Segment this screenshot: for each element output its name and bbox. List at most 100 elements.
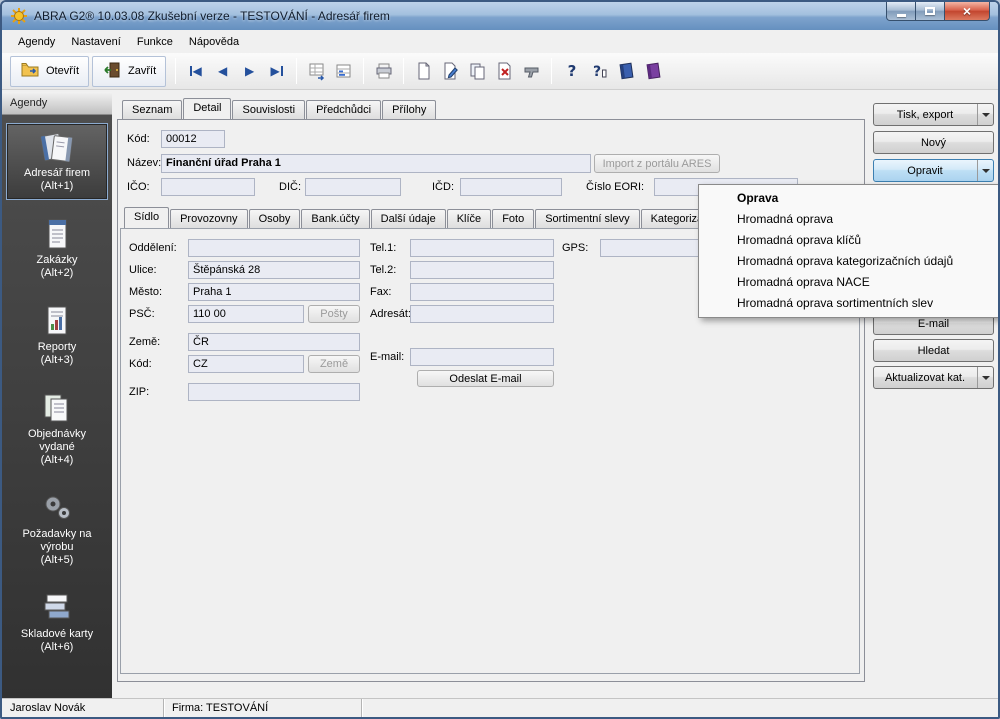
zeme-kod-field[interactable]: CZ xyxy=(188,355,304,373)
last-record-button[interactable]: ▶ xyxy=(263,58,290,85)
menu-item-oprava[interactable]: Oprava xyxy=(699,188,998,209)
nazev-field[interactable]: Finanční úřad Praha 1 xyxy=(161,154,591,173)
previous-record-button[interactable]: ◀ xyxy=(209,58,236,85)
statusbar-user: Jaroslav Novák xyxy=(2,699,164,717)
mesto-field[interactable]: Praha 1 xyxy=(188,283,360,301)
hledat-label: Hledat xyxy=(917,344,950,357)
menu-agendy[interactable]: Agendy xyxy=(10,32,63,52)
sidebar-item-label: Požadavky na výrobu xyxy=(22,528,92,553)
tab-predchudci[interactable]: Předchůdci xyxy=(306,100,382,119)
dic-field[interactable] xyxy=(305,178,401,196)
zip-field[interactable] xyxy=(188,383,360,401)
adresat-field[interactable] xyxy=(410,305,554,323)
aktualizovat-kat-button[interactable]: Aktualizovat kat. xyxy=(873,366,994,389)
oddeleni-field[interactable] xyxy=(188,239,360,257)
menu-nastaveni[interactable]: Nastavení xyxy=(63,32,129,52)
zeme-button[interactable]: Země xyxy=(308,355,360,373)
eori-label: Číslo EORI: xyxy=(586,181,645,193)
menu-funkce[interactable]: Funkce xyxy=(129,32,181,52)
opravit-dropdown[interactable] xyxy=(977,160,993,181)
help-button[interactable]: ? xyxy=(558,58,585,85)
copy-record-button[interactable] xyxy=(464,58,491,85)
storno-button[interactable] xyxy=(518,58,545,85)
sidebar-item-shortcut: (Alt+1) xyxy=(40,180,74,192)
minimize-button[interactable] xyxy=(886,2,916,21)
aktualizovat-dropdown[interactable] xyxy=(977,367,993,388)
icd-field[interactable] xyxy=(460,178,562,196)
kod-field[interactable]: 00012 xyxy=(161,130,225,148)
context-help-button[interactable]: ? xyxy=(585,58,612,85)
zeme-field[interactable]: ČR xyxy=(188,333,360,351)
subtab-sidlo[interactable]: Sídlo xyxy=(124,207,170,228)
manual-button[interactable] xyxy=(612,58,639,85)
menu-item-hromadna-oprava-nace[interactable]: Hromadná oprava NACE xyxy=(699,272,998,293)
grid-refresh-icon xyxy=(336,64,351,78)
tel2-field[interactable] xyxy=(410,261,554,279)
icd-label: IČD: xyxy=(432,181,454,193)
tab-souvislosti[interactable]: Souvislosti xyxy=(232,100,306,119)
statusbar-spacer xyxy=(362,699,998,717)
hledat-button[interactable]: Hledat xyxy=(873,339,994,362)
production-gears-icon xyxy=(37,490,77,526)
maximize-button[interactable] xyxy=(916,2,945,21)
menu-item-hromadna-oprava-klicu[interactable]: Hromadná oprava klíčů xyxy=(699,230,998,251)
next-record-button[interactable]: ▶ xyxy=(236,58,263,85)
sidebar-item-label: Reporty xyxy=(37,341,77,353)
sidebar-item-pozadavky-na-vyrobu[interactable]: Požadavky na výrobu (Alt+5) xyxy=(6,484,108,574)
sidebar-item-reporty[interactable]: Reporty (Alt+3) xyxy=(6,297,108,374)
email-field[interactable] xyxy=(410,348,554,366)
edit-record-button[interactable] xyxy=(437,58,464,85)
subtab-osoby[interactable]: Osoby xyxy=(248,209,301,228)
tisk-export-button[interactable]: Tisk, export xyxy=(873,103,994,126)
goto-grid-button[interactable] xyxy=(303,58,330,85)
tab-prilohy[interactable]: Přílohy xyxy=(382,100,437,119)
agenda-sidebar: Agendy Adresář firem (Alt+1) Zakázky (Al… xyxy=(2,92,112,698)
mesto-label: Město: xyxy=(129,286,163,298)
new-record-button[interactable] xyxy=(410,58,437,85)
tab-detail[interactable]: Detail xyxy=(183,98,232,119)
subtab-klice[interactable]: Klíče xyxy=(446,209,492,228)
import-ares-button[interactable]: Import z portálu ARES xyxy=(594,154,720,173)
close-button[interactable]: Zavřít xyxy=(92,55,167,87)
print-button[interactable] xyxy=(370,58,397,85)
subtab-dalsi-udaje[interactable]: Další údaje xyxy=(370,209,446,228)
ico-field[interactable] xyxy=(161,178,255,196)
ulice-field[interactable]: Štěpánská 28 xyxy=(188,261,360,279)
aktualizovat-kat-label: Aktualizovat kat. xyxy=(884,371,966,384)
fax-field[interactable] xyxy=(410,283,554,301)
orders-documents-icon xyxy=(37,390,77,426)
subtab-sortimentni-slevy[interactable]: Sortimentní slevy xyxy=(535,209,640,228)
close-window-button[interactable]: × xyxy=(945,2,990,21)
documentation-button[interactable] xyxy=(639,58,666,85)
sidebar-item-adresar-firem[interactable]: Adresář firem (Alt+1) xyxy=(6,123,108,200)
menu-napoveda[interactable]: Nápověda xyxy=(181,32,247,52)
subtab-bank-ucty[interactable]: Bank.účty xyxy=(301,209,370,228)
subtab-provozovny[interactable]: Provozovny xyxy=(170,209,248,228)
maximize-icon xyxy=(925,7,935,15)
menu-item-hromadna-oprava-kategorizacnich-udaju[interactable]: Hromadná oprava kategorizačních údajů xyxy=(699,251,998,272)
tisk-export-dropdown[interactable] xyxy=(977,104,993,125)
svg-text:?: ? xyxy=(567,62,576,80)
refresh-grid-button[interactable] xyxy=(330,58,357,85)
psc-field[interactable]: 110 00 xyxy=(188,305,304,323)
tel1-field[interactable] xyxy=(410,239,554,257)
abra-logo-icon xyxy=(10,7,28,25)
subtab-foto[interactable]: Foto xyxy=(492,209,535,228)
toolbar-separator xyxy=(363,58,365,84)
sidebar-item-zakazky[interactable]: Zakázky (Alt+2) xyxy=(6,210,108,287)
delete-record-button[interactable] xyxy=(491,58,518,85)
tab-seznam[interactable]: Seznam xyxy=(122,100,183,119)
menu-item-hromadna-oprava[interactable]: Hromadná oprava xyxy=(699,209,998,230)
first-record-button[interactable]: ◀ xyxy=(182,58,209,85)
novy-button[interactable]: Nový xyxy=(873,131,994,154)
menu-item-hromadna-oprava-sortimentnich-slev[interactable]: Hromadná oprava sortimentních slev xyxy=(699,293,998,314)
open-button[interactable]: Otevřít xyxy=(10,55,90,87)
sidebar-item-skladove-karty[interactable]: Skladové karty (Alt+6) xyxy=(6,584,108,661)
chevron-down-icon xyxy=(981,375,990,380)
sidebar-header: Agendy xyxy=(2,92,112,115)
posty-button[interactable]: Pošty xyxy=(308,305,360,323)
toolbar-separator xyxy=(175,58,177,84)
sidebar-item-objednavky-vydane[interactable]: Objednávky vydané (Alt+4) xyxy=(6,384,108,474)
odeslat-email-button[interactable]: Odeslat E-mail xyxy=(417,370,554,387)
opravit-button[interactable]: Opravit xyxy=(873,159,994,182)
